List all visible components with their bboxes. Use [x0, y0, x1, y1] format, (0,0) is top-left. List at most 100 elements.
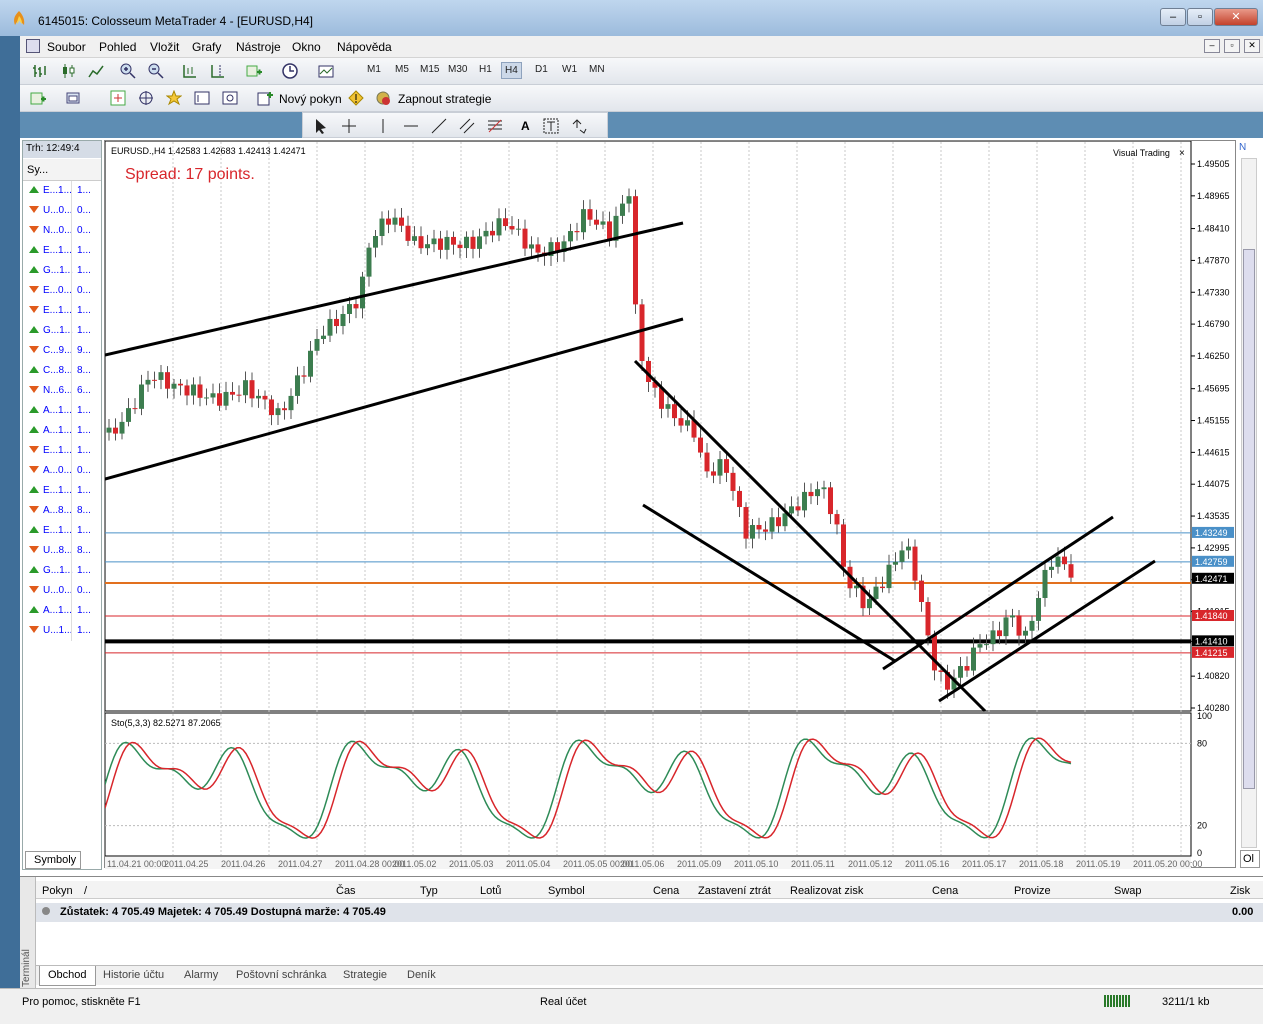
col-type[interactable]: Typ — [420, 885, 438, 897]
chart-window[interactable]: 1.49505 1.48965 1.48410 1.47870 1.47330 1.467… — [104, 140, 1237, 869]
timeframe-m1[interactable]: M1 — [367, 64, 381, 75]
tab-alarmy[interactable]: Alarmy — [184, 969, 218, 981]
market-watch-row[interactable]: E...0... 0... — [23, 281, 101, 301]
menu-okno[interactable]: Okno — [292, 40, 321, 54]
data-window-icon[interactable] — [138, 90, 154, 106]
chart-shift-icon[interactable] — [210, 63, 226, 79]
col-stop-loss[interactable]: Zastavení ztrát — [698, 885, 771, 897]
text-tool-icon[interactable]: A — [521, 119, 530, 133]
tab-denik[interactable]: Deník — [407, 969, 436, 981]
market-watch-row[interactable]: E...1... 1... — [23, 521, 101, 541]
market-watch-row[interactable]: E...1... 1... — [23, 301, 101, 321]
menu-vlozit[interactable]: Vložit — [150, 40, 179, 54]
timeframe-m5[interactable]: M5 — [395, 64, 409, 75]
timeframe-w1[interactable]: W1 — [562, 64, 577, 75]
mdi-restore-button[interactable]: ▫ — [1224, 39, 1240, 53]
maximize-button[interactable]: ▫ — [1187, 8, 1213, 26]
arrows-icon[interactable] — [571, 118, 587, 134]
symbol-column-header[interactable]: Sy... — [27, 164, 48, 176]
col-commission[interactable]: Provize — [1014, 885, 1051, 897]
vertical-scrollbar[interactable] — [1241, 158, 1257, 848]
menu-soubor[interactable]: Soubor — [47, 40, 86, 54]
new-chart-icon[interactable] — [30, 90, 46, 106]
zoom-in-icon[interactable] — [120, 63, 136, 79]
market-watch-icon[interactable] — [110, 90, 126, 106]
menu-napoveda[interactable]: Nápověda — [337, 40, 392, 54]
menu-pohled[interactable]: Pohled — [99, 40, 136, 54]
profiles-icon[interactable] — [66, 90, 82, 106]
new-order-button[interactable]: Nový pokyn — [279, 92, 342, 106]
templates-icon[interactable] — [318, 63, 334, 79]
col-time[interactable]: Čas — [336, 885, 356, 897]
menu-grafy[interactable]: Grafy — [192, 40, 221, 54]
market-watch-row[interactable]: E...1... 1... — [23, 241, 101, 261]
col-take-profit[interactable]: Realizovat zisk — [790, 885, 863, 897]
text-label-icon[interactable] — [543, 118, 559, 134]
crosshair-icon[interactable] — [341, 118, 357, 134]
mdi-close-button[interactable]: ✕ — [1244, 39, 1260, 53]
periods-icon[interactable] — [282, 63, 298, 79]
tab-symboly[interactable]: Symboly — [25, 851, 81, 869]
market-watch-row[interactable]: A...1... 1... — [23, 421, 101, 441]
market-watch-row[interactable]: E...1... 1... — [23, 181, 101, 201]
bar-chart-icon[interactable] — [32, 63, 48, 79]
timeframe-h1[interactable]: H1 — [479, 64, 492, 75]
fibonacci-icon[interactable] — [487, 118, 503, 134]
indicators-icon[interactable] — [246, 63, 262, 79]
tab-postovni-schranka[interactable]: Poštovní schránka — [236, 969, 327, 981]
timeframe-d1[interactable]: D1 — [535, 64, 548, 75]
candle-chart-icon[interactable] — [60, 63, 76, 79]
market-watch-row[interactable]: A...1... 1... — [23, 601, 101, 621]
scrollbar-thumb[interactable] — [1243, 249, 1255, 789]
new-order-icon[interactable] — [257, 90, 273, 106]
timeframe-m30[interactable]: M30 — [448, 64, 467, 75]
terminal-icon[interactable] — [194, 90, 210, 106]
toggle-strategy-button[interactable]: Zapnout strategie — [398, 92, 491, 106]
navigator-tab[interactable]: N — [1237, 140, 1257, 158]
market-watch-row[interactable]: G...1... 1... — [23, 261, 101, 281]
market-watch-row[interactable]: E...1... 1... — [23, 441, 101, 461]
col-price[interactable]: Cena — [653, 885, 679, 897]
col-price-current[interactable]: Cena — [932, 885, 958, 897]
timeframe-h4[interactable]: H4 — [501, 62, 522, 79]
navigator-side-tab[interactable]: Ol — [1240, 850, 1260, 868]
market-watch-row[interactable]: A...8... 8... — [23, 501, 101, 521]
timeframe-m15[interactable]: M15 — [420, 64, 439, 75]
col-order[interactable]: Pokyn — [42, 885, 73, 897]
tab-obchod[interactable]: Obchod — [39, 966, 96, 986]
tab-strategie[interactable]: Strategie — [343, 969, 387, 981]
horizontal-line-icon[interactable] — [403, 118, 419, 134]
balance-row[interactable]: Zůstatek: 4 705.49 Majetek: 4 705.49 Dos… — [36, 903, 1263, 922]
expert-advisors-icon[interactable] — [375, 90, 391, 106]
price-chart[interactable]: 1.49505 1.48965 1.48410 1.47870 1.47330 1.467… — [104, 140, 1237, 869]
market-watch-row[interactable]: C...8... 8... — [23, 361, 101, 381]
metaeditor-icon[interactable] — [348, 90, 364, 106]
market-watch-row[interactable]: N...6... 6... — [23, 381, 101, 401]
market-watch-row[interactable]: G...1... 1... — [23, 321, 101, 341]
line-chart-icon[interactable] — [88, 63, 104, 79]
market-watch-row[interactable]: A...0... 0... — [23, 461, 101, 481]
auto-scroll-icon[interactable] — [182, 63, 198, 79]
market-watch-row[interactable]: C...9... 9... — [23, 341, 101, 361]
col-swap[interactable]: Swap — [1114, 885, 1142, 897]
mdi-minimize-button[interactable]: – — [1204, 39, 1220, 53]
market-watch-row[interactable]: U...1... 1... — [23, 621, 101, 641]
cursor-icon[interactable] — [313, 118, 329, 134]
market-watch-row[interactable]: U...0... 0... — [23, 581, 101, 601]
tester-icon[interactable] — [222, 90, 238, 106]
col-lots[interactable]: Lotů — [480, 885, 501, 897]
market-watch-row[interactable]: A...1... 1... — [23, 401, 101, 421]
market-watch-row[interactable]: E...1... 1... — [23, 481, 101, 501]
tab-historie[interactable]: Historie účtu — [103, 969, 164, 981]
equidistant-channel-icon[interactable] — [459, 118, 475, 134]
market-watch-row[interactable]: U...0... 0... — [23, 201, 101, 221]
market-watch-row[interactable]: U...8... 8... — [23, 541, 101, 561]
vertical-line-icon[interactable] — [375, 118, 391, 134]
col-profit[interactable]: Zisk — [1230, 885, 1250, 897]
close-button[interactable]: ✕ — [1214, 8, 1258, 26]
market-watch-row[interactable]: N...0... 0... — [23, 221, 101, 241]
market-watch-row[interactable]: G...1... 1... — [23, 561, 101, 581]
minimize-button[interactable]: – — [1160, 8, 1186, 26]
trendline-icon[interactable] — [431, 118, 447, 134]
chart-window-icon[interactable] — [26, 39, 40, 53]
